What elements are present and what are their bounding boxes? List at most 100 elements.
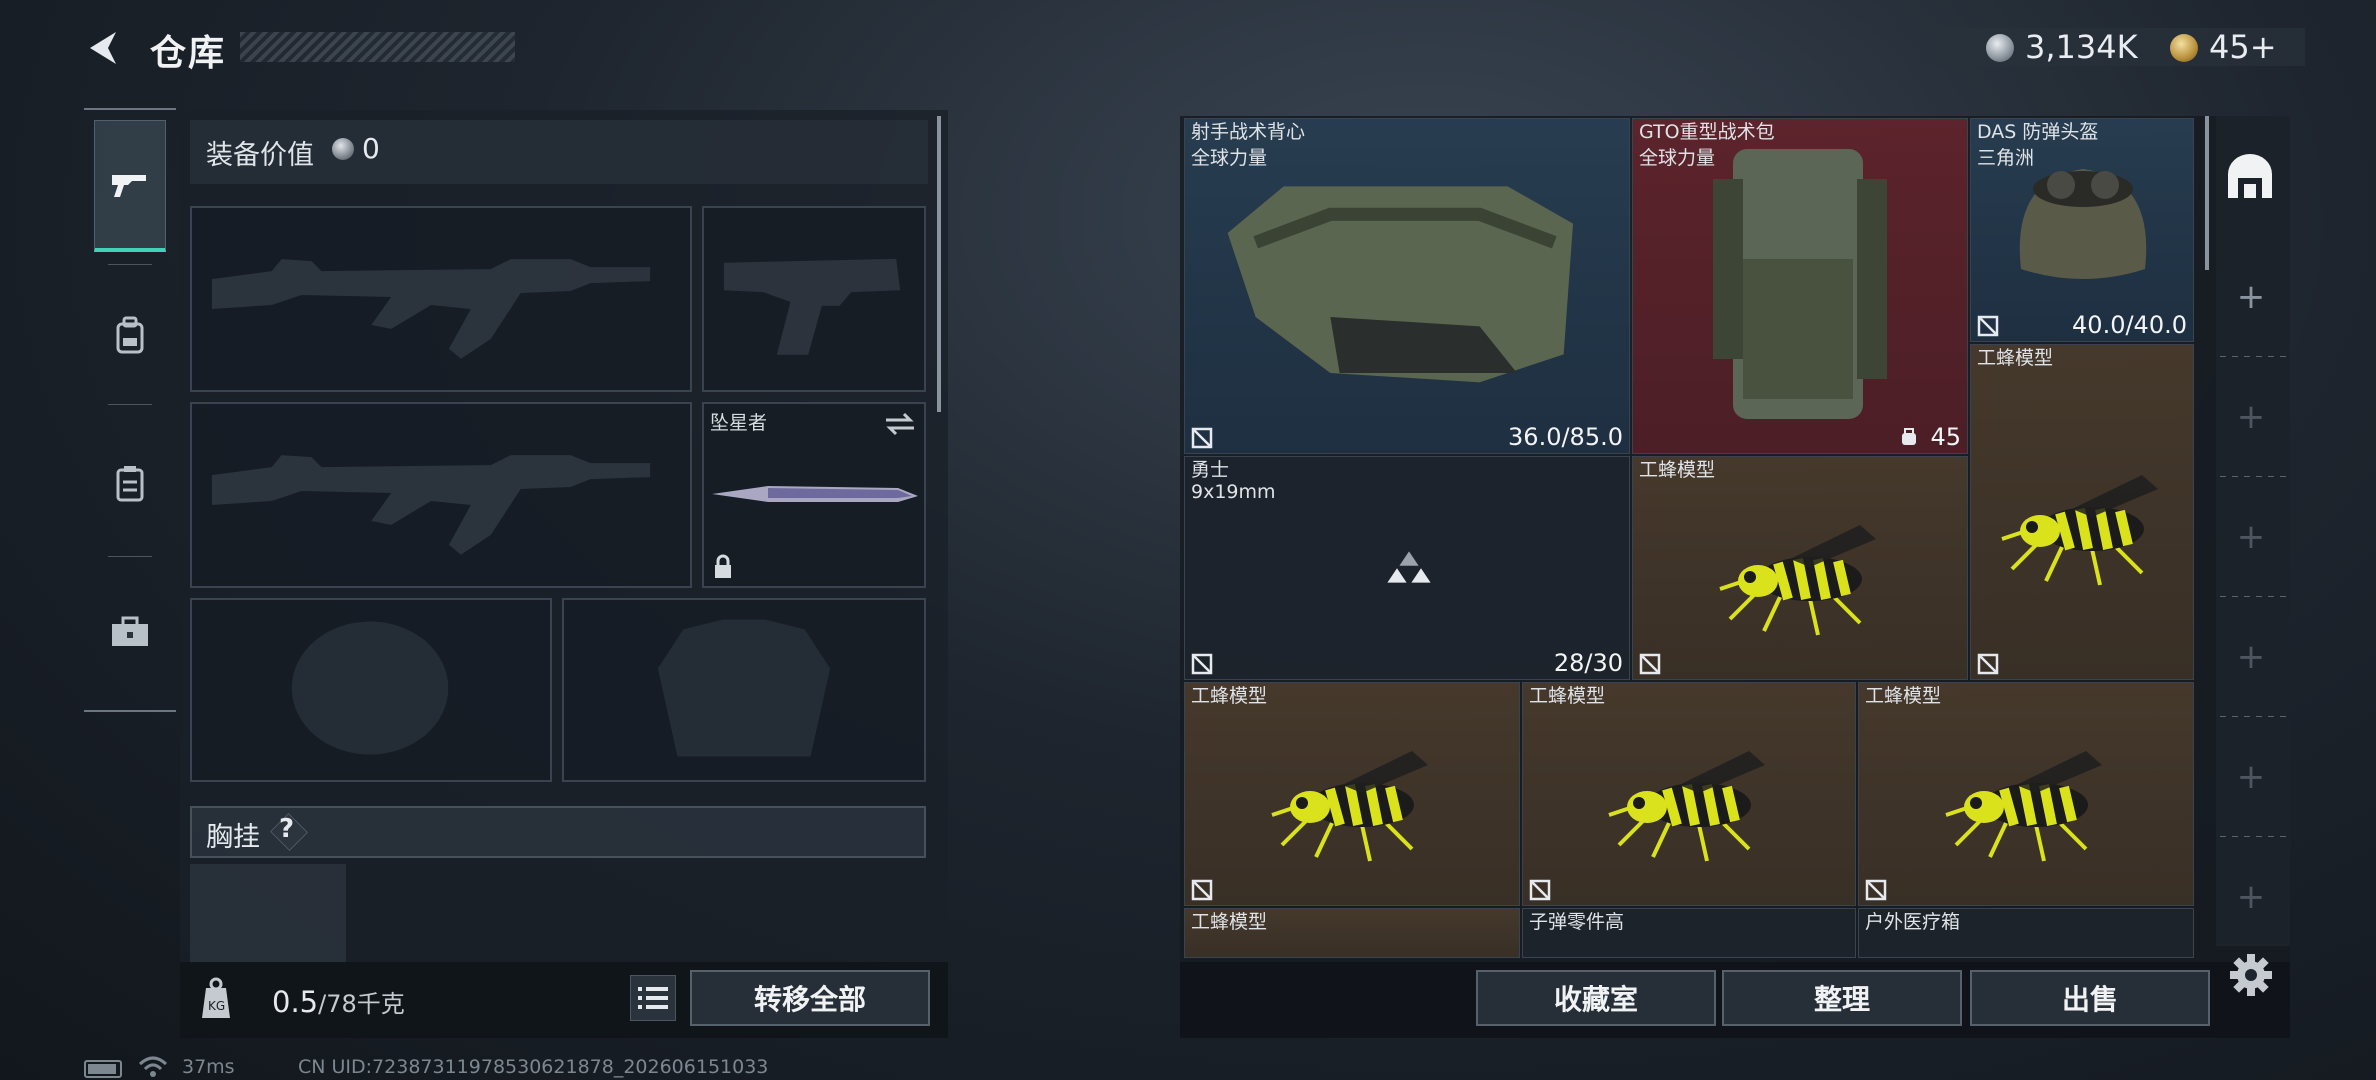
title-decoration [240,32,515,62]
item-subtitle: 全球力量 [1639,147,1716,169]
list-icon [638,987,668,1009]
silver-coin-icon [332,138,354,160]
silver-currency-value[interactable]: 3,134K [2025,28,2138,66]
tab-backpack[interactable] [94,270,166,402]
item-name: 子弹零件高 [1529,911,1625,933]
no-insure-icon [1191,427,1213,449]
add-stash-page-icon[interactable]: + [2236,640,2266,674]
item-name: 工蜂模型 [1865,685,1942,707]
gear-icon[interactable] [2228,952,2274,998]
bee-model-icon [1608,751,1765,862]
stash-item[interactable]: DAS 防弹头盔 三角洲 40.0/40.0 [1970,118,2194,342]
primary-weapon-slot[interactable] [190,206,692,392]
clipboard-icon [116,466,144,502]
no-insure-icon [1191,653,1213,675]
swap-arrows-icon[interactable] [884,412,916,436]
bee-model-icon [1719,525,1876,636]
item-name: DAS 防弹头盔 [1977,121,2099,143]
tactical-vest-icon [1227,186,1573,383]
stash-item[interactable]: 工蜂模型 [1632,456,1968,680]
equipment-value-label: 装备价值 [206,140,314,171]
no-insure-icon [1977,315,1999,337]
add-stash-page-icon[interactable]: + [2236,280,2266,314]
item-name: 工蜂模型 [1191,685,1268,707]
secondary-weapon-slot[interactable] [190,402,692,588]
page-divider [2220,356,2286,357]
stash-item[interactable]: 工蜂模型 [1184,908,1520,958]
armor-slot[interactable] [562,598,926,782]
page-divider [2220,836,2286,837]
item-value: 40.0/40.0 [2072,311,2187,339]
page-divider [2220,596,2286,597]
weight-icon: KG [202,977,230,1018]
help-icon[interactable]: ? [279,814,294,844]
add-stash-page-icon[interactable]: + [2236,760,2266,794]
loadout-scrollbar[interactable] [937,116,941,412]
tab-divider [108,404,152,405]
capacity-icon [1902,428,1916,445]
gold-currency-value[interactable]: 45+ [2209,28,2277,66]
page-title: 仓库 [150,33,227,74]
stash-item[interactable]: 工蜂模型 [1970,344,2194,680]
stash-scrollbar[interactable] [2205,116,2209,270]
stash-item[interactable]: 子弹零件高 [1522,908,1856,958]
list-view-button[interactable] [630,975,676,1021]
carry-weight-current: 0.5 [272,985,319,1019]
item-name: 工蜂模型 [1529,685,1606,707]
sell-button[interactable]: 出售 [1970,970,2210,1026]
add-stash-page-icon[interactable]: + [2236,880,2266,914]
item-value: 36.0/85.0 [1508,423,1623,451]
ping-value: 37ms [182,1056,235,1078]
backpack-icon [116,316,144,354]
collection-room-button[interactable]: 收藏室 [1476,970,1716,1026]
stash-item[interactable]: 工蜂模型 [1858,682,2194,906]
no-insure-icon [1191,879,1213,901]
page-divider [2220,716,2286,717]
add-stash-page-icon[interactable]: + [2236,400,2266,434]
carry-weight: 0.5/78千克 [272,984,405,1019]
stash-item[interactable]: 射手战术背心 全球力量 36.0/85.0 [1184,118,1630,454]
rifle-silhouette-icon [211,455,651,555]
sort-button[interactable]: 整理 [1722,970,1962,1026]
pistol-icon [112,174,146,197]
bee-model-icon [1271,751,1428,862]
no-insure-icon [1529,879,1551,901]
tab-armor[interactable] [94,418,166,550]
stash-item[interactable]: 工蜂模型 [1522,682,1856,906]
tab-divider [108,264,152,265]
lock-icon [715,554,731,578]
warehouse-icon[interactable] [2224,152,2276,204]
transfer-all-button[interactable]: 转移全部 [690,970,930,1026]
bee-model-icon [1945,751,2102,862]
item-name: 工蜂模型 [1977,347,2054,369]
stash-item[interactable]: 勇士 9x19mm 28/30 [1184,456,1630,680]
tab-supplies[interactable] [94,566,166,698]
bee-model-icon [2001,474,2158,586]
helmet-slot[interactable] [190,598,552,782]
rifle-silhouette-icon [211,259,651,359]
chest-rig-label: 胸挂 [206,822,260,853]
battery-icon [84,1060,122,1078]
stash-item[interactable]: GTO重型战术包 全球力量 45 [1632,118,1968,454]
item-name: 勇士 [1191,459,1230,481]
sidearm-slot[interactable] [702,206,926,392]
no-insure-icon [1865,879,1887,901]
helmet-silhouette-icon [291,621,449,755]
stash-item[interactable]: 工蜂模型 [1184,682,1520,906]
tab-divider [108,556,152,557]
melee-item-name: 坠星者 [710,412,768,434]
user-uid: CN UID:7238731197853062187​8_20260615103… [298,1056,769,1078]
back-arrow-icon[interactable] [82,26,126,70]
tab-weapons[interactable] [94,120,166,252]
item-value: 28/30 [1553,649,1623,677]
no-insure-icon [1977,653,1999,675]
silver-coin-icon [1986,34,2014,62]
item-subtitle: 三角洲 [1977,147,2035,169]
wifi-icon [138,1056,168,1077]
chest-rig-slot[interactable] [190,864,346,964]
add-stash-page-icon[interactable]: + [2236,520,2266,554]
knife-icon [712,486,918,502]
melee-slot[interactable]: 坠星者 [702,402,926,588]
stash-item[interactable]: 户外医疗箱 [1858,908,2194,958]
gold-coin-icon [2170,34,2198,62]
